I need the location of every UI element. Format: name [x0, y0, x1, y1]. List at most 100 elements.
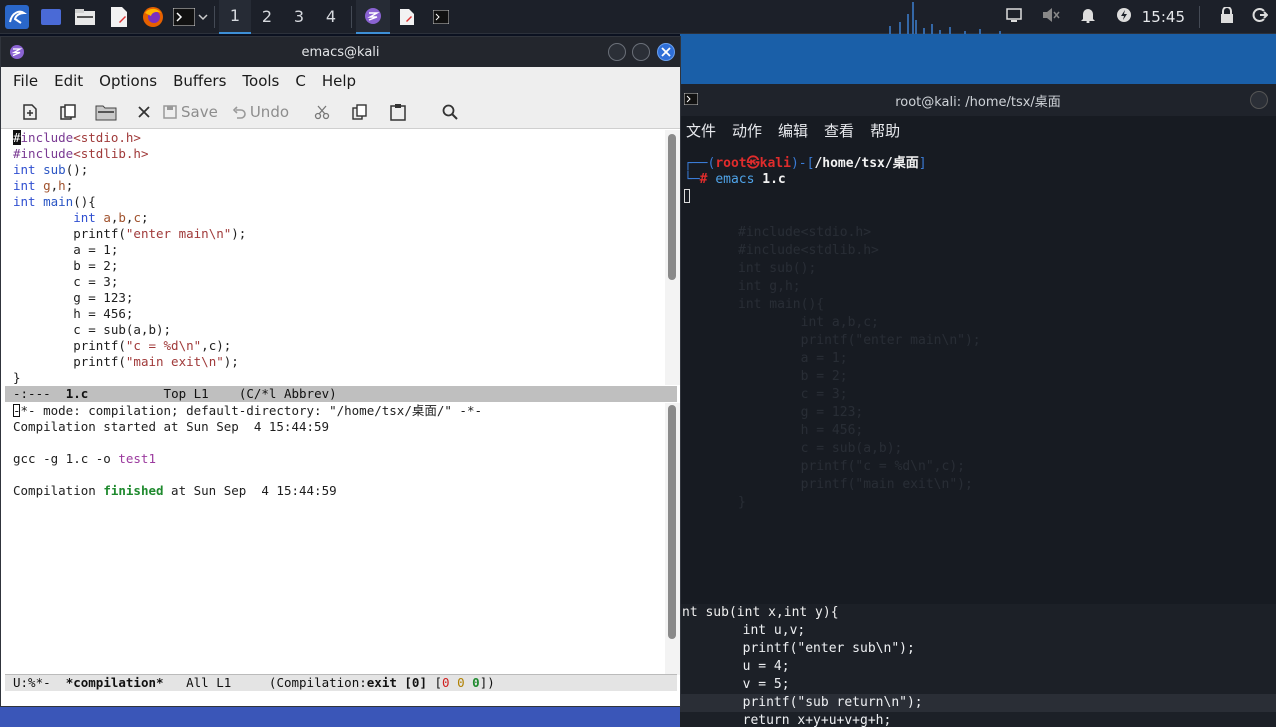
lock-icon[interactable]	[1220, 6, 1234, 27]
terminal-menu-file[interactable]: 文件	[686, 120, 716, 141]
menu-file[interactable]: File	[5, 72, 46, 90]
ghost-line: int g,h;	[738, 279, 801, 294]
compilation-scrollbar[interactable]	[665, 403, 680, 675]
close-button[interactable]	[657, 43, 675, 61]
terminal-title: root@kali: /home/tsx/桌面	[895, 94, 1061, 110]
undo-button[interactable]: Undo	[232, 103, 289, 121]
code-line: c = sub(a,b);	[13, 322, 172, 337]
clock[interactable]: 15:45	[1142, 8, 1185, 26]
emacs-toolbar: Save Undo	[1, 95, 680, 129]
editor-scrollbar[interactable]	[665, 130, 680, 385]
chevron-down-icon[interactable]	[197, 12, 208, 22]
open-directory-button[interactable]	[87, 97, 125, 127]
background-code-view: nt sub(int x,int y){ int u,v; printf("en…	[680, 604, 1276, 727]
new-file-icon	[23, 103, 37, 120]
cut-button[interactable]	[303, 97, 341, 127]
menu-buffers[interactable]: Buffers	[165, 72, 234, 90]
file-manager-icon[interactable]	[68, 0, 102, 34]
code-line: int a,b,c;	[73, 210, 149, 225]
ghost-line: g = 123;	[738, 405, 864, 420]
code-line: printf("sub return\n");	[680, 694, 1276, 712]
save-button[interactable]: Save	[163, 103, 218, 121]
modeline-mode[interactable]: (C/*l Abbrev)	[239, 386, 337, 401]
ghost-line: #include<stdlib.h>	[738, 243, 879, 258]
editor-pane[interactable]: #include<stdio.h> #include<stdlib.h> int…	[1, 130, 665, 385]
terminal-prompt-line: ┌──(root㉿kali)-[/home/tsx/桌面]	[684, 156, 927, 171]
terminal-menu-view[interactable]: 查看	[824, 120, 854, 141]
kali-dragon-icon[interactable]	[0, 0, 34, 34]
terminal-titlebar[interactable]: root@kali: /home/tsx/桌面	[680, 84, 1276, 116]
prompt-path: /home/tsx/桌面	[814, 156, 919, 171]
code-line: #include<stdlib.h>	[13, 146, 149, 161]
code-line: printf("enter sub\n");	[680, 641, 915, 656]
ghost-line: }	[738, 495, 746, 510]
ghost-line: a = 1;	[738, 351, 848, 366]
terminal-command-line: └─# emacs 1.c	[684, 172, 786, 187]
workspace-4[interactable]: 4	[315, 0, 347, 34]
minibuffer[interactable]	[1, 691, 680, 706]
notification-bell-icon[interactable]	[1080, 7, 1096, 27]
modeline-status: U:%*-	[13, 675, 51, 690]
terminal-menu-action[interactable]: 动作	[732, 120, 762, 141]
search-button[interactable]	[431, 97, 469, 127]
terminal-small-icon[interactable]	[424, 0, 458, 34]
code-line: nt sub(int x,int y){	[682, 605, 839, 620]
power-manager-icon[interactable]	[1116, 7, 1132, 27]
editor-icon[interactable]	[390, 0, 424, 34]
desktop-background	[680, 34, 1276, 84]
minimize-button[interactable]	[608, 43, 626, 61]
compilation-pane[interactable]: -*- mode: compilation; default-directory…	[1, 403, 665, 675]
workspace-3[interactable]: 3	[283, 0, 315, 34]
code-line: c = 3;	[13, 274, 119, 289]
maximize-button[interactable]	[632, 43, 650, 61]
emacs-icon[interactable]	[356, 0, 390, 34]
paste-button[interactable]	[379, 97, 417, 127]
workspace-2[interactable]: 2	[251, 0, 283, 34]
terminal-menu-edit[interactable]: 编辑	[778, 120, 808, 141]
close-icon	[138, 105, 150, 118]
open-file-button[interactable]	[49, 97, 87, 127]
display-icon[interactable]	[1006, 8, 1022, 26]
terminal-menu-help[interactable]: 帮助	[870, 120, 900, 141]
compilation-finished: Compilation finished at Sun Sep 4 15:44:…	[13, 483, 337, 498]
finished-status: finished	[103, 483, 164, 498]
modeline-buffer-name[interactable]: *compilation*	[66, 675, 164, 690]
close-buffer-button[interactable]	[125, 97, 163, 127]
tray-separator	[1199, 6, 1200, 28]
text-editor-icon[interactable]	[102, 0, 136, 34]
volume-muted-icon[interactable]	[1042, 7, 1060, 27]
taskbar: 1 2 3 4 15:45	[0, 0, 1276, 34]
terminal-command: emacs	[715, 172, 755, 187]
menu-help[interactable]: Help	[314, 72, 364, 90]
copy-button[interactable]	[341, 97, 379, 127]
emacs-window[interactable]: emacs@kali File Edit Options Buffers Too…	[0, 36, 681, 707]
ghost-line: c = 3;	[738, 387, 848, 402]
warning-count: 0	[457, 675, 465, 690]
terminal-close-button[interactable]	[1250, 91, 1268, 109]
terminal-output[interactable]: ┌──(root㉿kali)-[/home/tsx/桌面] └─# emacs …	[680, 156, 1276, 203]
firefox-icon[interactable]	[136, 0, 170, 34]
code-line: a = 1;	[13, 242, 119, 257]
terminal-icon[interactable]	[170, 0, 210, 34]
desktop-icon[interactable]	[34, 0, 68, 34]
menu-edit[interactable]: Edit	[46, 72, 91, 90]
emacs-titlebar[interactable]: emacs@kali	[1, 37, 680, 67]
ghost-line: b = 2;	[738, 369, 848, 384]
code-line: int u,v;	[680, 623, 806, 638]
workspace-1[interactable]: 1	[219, 0, 251, 34]
new-file-button[interactable]	[11, 97, 49, 127]
terminal-window[interactable]: root@kali: /home/tsx/桌面 文件 动作 编辑 查看 帮助 ┌…	[680, 84, 1276, 727]
modeline-buffer-name[interactable]: 1.c	[66, 386, 89, 401]
logout-icon[interactable]	[1252, 7, 1269, 27]
code-line: v = 5;	[680, 677, 790, 692]
save-icon	[163, 104, 177, 119]
menu-c[interactable]: C	[287, 72, 313, 90]
menu-options[interactable]: Options	[91, 72, 165, 90]
system-tray: 15:45	[996, 0, 1276, 34]
menu-tools[interactable]: Tools	[234, 72, 287, 90]
prompt-host: kali	[759, 156, 791, 171]
terminal-icon	[683, 92, 699, 109]
modeline-mode[interactable]: (Compilation:	[269, 675, 367, 690]
